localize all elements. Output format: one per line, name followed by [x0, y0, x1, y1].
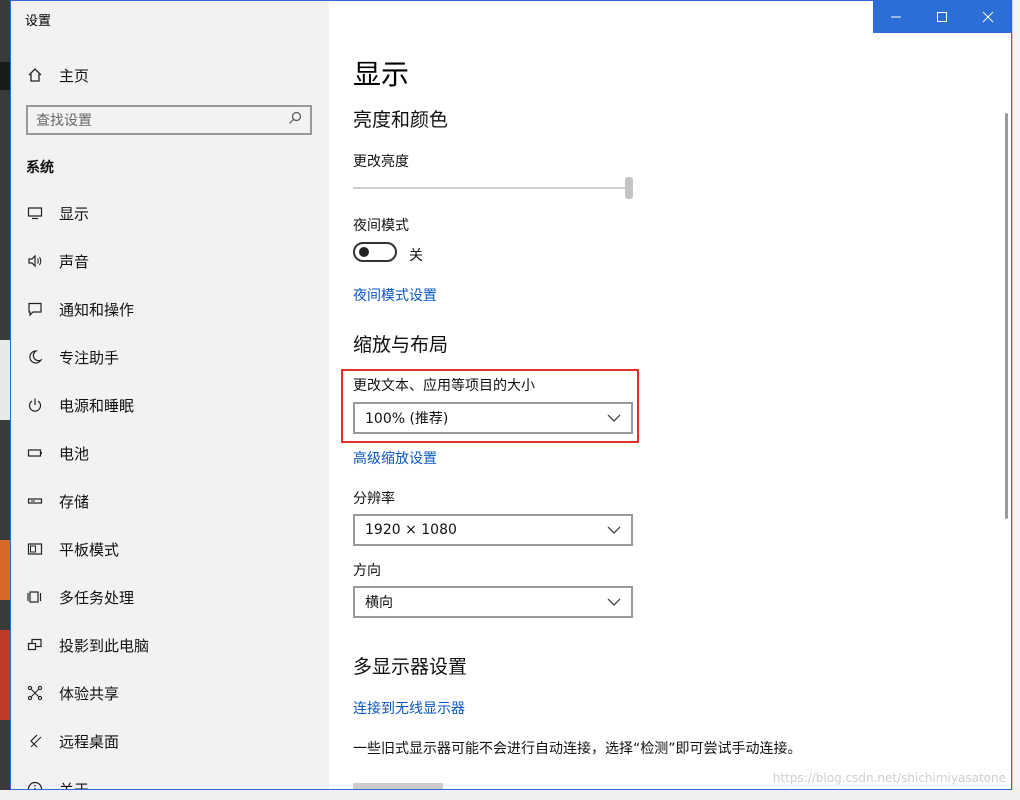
sidebar-item-label: 投影到此电脑 — [59, 636, 150, 655]
info-icon — [25, 779, 45, 789]
sidebar-item-shared-experiences[interactable]: 体验共享 — [25, 669, 149, 717]
slider-thumb[interactable] — [625, 177, 633, 199]
scrollbar[interactable] — [1005, 113, 1008, 519]
night-mode-label: 夜间模式 — [353, 218, 409, 234]
sidebar-item-label: 通知和操作 — [59, 300, 135, 319]
resolution-dropdown[interactable]: 1920 × 1080 — [353, 514, 633, 546]
search-input[interactable]: 查找设置 — [26, 105, 312, 135]
search-icon[interactable] — [288, 111, 302, 129]
battery-icon — [25, 443, 45, 463]
sidebar-item-label: 远程桌面 — [59, 732, 120, 751]
sidebar-nav-list: 显示 声音 通知和操作 专注助手 电源和睡眠 电池 存储 平板模式 多任务处理 … — [25, 189, 149, 790]
watermark: https://blog.csdn.net/shichimiyasatone — [772, 771, 1006, 785]
connect-wireless-display-link[interactable]: 连接到无线显示器 — [353, 698, 465, 718]
night-mode-state: 关 — [409, 248, 423, 264]
night-mode-settings-link[interactable]: 夜间模式设置 — [353, 285, 437, 305]
power-icon — [25, 395, 45, 415]
sidebar-item-label: 显示 — [59, 204, 90, 223]
detect-button[interactable] — [353, 783, 443, 789]
night-mode-toggle[interactable] — [353, 242, 397, 262]
desktop-background-left — [0, 0, 10, 800]
sidebar-item-focus-assist[interactable]: 专注助手 — [25, 333, 149, 381]
sidebar-item-display[interactable]: 显示 — [25, 189, 149, 237]
desktop-fragment — [0, 340, 10, 420]
home-icon — [25, 65, 45, 85]
resolution-label: 分辨率 — [353, 491, 395, 507]
sidebar-item-label: 电源和睡眠 — [59, 396, 135, 415]
scale-dropdown[interactable]: 100% (推荐) — [353, 402, 633, 434]
sidebar-item-label: 关于 — [59, 780, 90, 790]
section-scale-title: 缩放与布局 — [353, 334, 449, 356]
sidebar-item-label: 专注助手 — [59, 348, 120, 367]
advanced-scale-link[interactable]: 高级缩放设置 — [353, 448, 437, 468]
window-title: 设置 — [25, 14, 52, 29]
resolution-selected-value: 1920 × 1080 — [365, 522, 457, 538]
sidebar-item-home[interactable]: 主页 — [25, 63, 89, 87]
desktop-fragment — [0, 540, 10, 600]
sidebar-item-label: 多任务处理 — [59, 588, 135, 607]
toggle-knob — [359, 247, 369, 257]
sidebar-item-storage[interactable]: 存储 — [25, 477, 149, 525]
sidebar-item-about[interactable]: 关于 — [25, 765, 149, 790]
scale-label: 更改文本、应用等项目的大小 — [353, 378, 535, 394]
search-placeholder: 查找设置 — [36, 113, 92, 129]
orientation-dropdown[interactable]: 横向 — [353, 586, 633, 618]
sidebar: 设置 主页 查找设置 系统 显示 声音 通知和操作 专注助手 电源和睡眠 电池 … — [11, 1, 329, 790]
multitask-icon — [25, 587, 45, 607]
chevron-down-icon — [607, 411, 621, 425]
sidebar-item-label: 声音 — [59, 252, 90, 271]
sidebar-item-tablet-mode[interactable]: 平板模式 — [25, 525, 149, 573]
chevron-down-icon — [607, 595, 621, 609]
sidebar-item-battery[interactable]: 电池 — [25, 429, 149, 477]
slider-track — [353, 187, 625, 189]
sidebar-item-project-to-pc[interactable]: 投影到此电脑 — [25, 621, 149, 669]
tablet-icon — [25, 539, 45, 559]
message-icon — [25, 299, 45, 319]
sidebar-item-label: 主页 — [59, 66, 90, 85]
monitor-icon — [25, 203, 45, 223]
sidebar-item-sound[interactable]: 声音 — [25, 237, 149, 285]
sidebar-item-label: 存储 — [59, 492, 90, 511]
share-icon — [25, 683, 45, 703]
desktop-background-right — [1012, 0, 1020, 800]
section-multi-display-title: 多显示器设置 — [353, 656, 468, 678]
orientation-selected-value: 横向 — [365, 595, 393, 611]
sidebar-section-title: 系统 — [26, 160, 54, 176]
main-content: 显示 亮度和颜色 更改亮度 夜间模式 关 夜间模式设置 缩放与布局 更改文本、应… — [341, 1, 993, 789]
sidebar-item-notifications[interactable]: 通知和操作 — [25, 285, 149, 333]
sidebar-item-label: 平板模式 — [59, 540, 120, 559]
desktop-fragment — [0, 630, 10, 720]
sidebar-item-power-sleep[interactable]: 电源和睡眠 — [25, 381, 149, 429]
brightness-slider[interactable] — [353, 177, 633, 201]
sidebar-item-label: 电池 — [59, 444, 90, 463]
sidebar-item-remote-desktop[interactable]: 远程桌面 — [25, 717, 149, 765]
orientation-label: 方向 — [353, 563, 381, 579]
sidebar-item-label: 体验共享 — [59, 684, 120, 703]
desktop-fragment — [0, 62, 10, 90]
section-brightness-title: 亮度和颜色 — [353, 109, 449, 131]
brightness-label: 更改亮度 — [353, 154, 409, 170]
multi-display-description: 一些旧式显示器可能不会进行自动连接，选择“检测”即可尝试手动连接。 — [353, 741, 802, 757]
speaker-icon — [25, 251, 45, 271]
storage-icon — [25, 491, 45, 511]
settings-window: 设置 主页 查找设置 系统 显示 声音 通知和操作 专注助手 电源和睡眠 电池 … — [10, 0, 1012, 790]
page-title: 显示 — [353, 58, 410, 91]
moon-icon — [25, 347, 45, 367]
desktop-background-bottom — [0, 790, 1020, 800]
sidebar-item-multitasking[interactable]: 多任务处理 — [25, 573, 149, 621]
remote-icon — [25, 731, 45, 751]
chevron-down-icon — [607, 523, 621, 537]
project-icon — [25, 635, 45, 655]
scale-selected-value: 100% (推荐) — [365, 411, 449, 427]
